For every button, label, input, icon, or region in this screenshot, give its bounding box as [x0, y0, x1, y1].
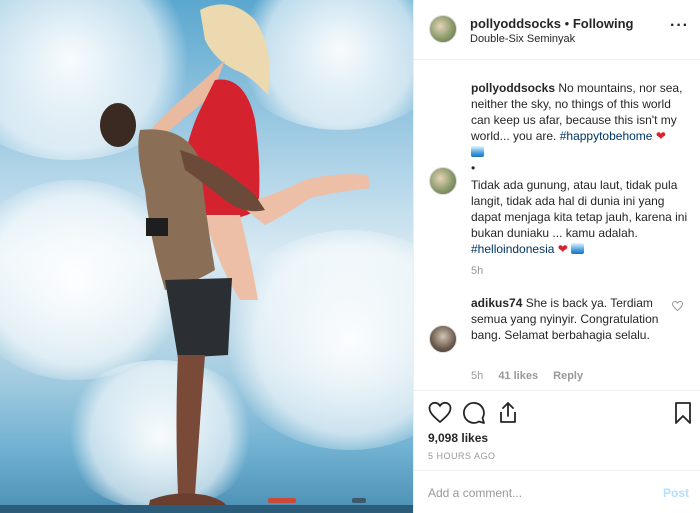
leg: [176, 355, 205, 495]
likes-count[interactable]: 9,098 likes: [428, 431, 488, 445]
post-button[interactable]: Post: [663, 486, 689, 500]
share-icon[interactable]: [496, 401, 520, 425]
add-comment-bar: Post: [414, 470, 700, 513]
leg: [240, 174, 370, 225]
more-options-icon[interactable]: ···: [670, 18, 689, 34]
wave-emoji-icon: [571, 243, 585, 254]
comment-body: Tidak ada gunung, atau laut, tidak pula …: [471, 177, 691, 257]
boat: [268, 498, 296, 503]
red-heart-emoji-icon: ❤: [655, 129, 666, 143]
wave-emoji-icon: [471, 146, 484, 157]
post-panel: pollyoddsocks • Following Double-Six Sem…: [413, 0, 700, 513]
avatar[interactable]: [429, 15, 457, 43]
comment-meta: 5h 41 likes Reply: [471, 370, 595, 382]
hashtag-link[interactable]: #helloindonesia: [471, 242, 554, 256]
posted-time[interactable]: 5 HOURS AGO: [428, 451, 496, 461]
like-comment-heart-icon[interactable]: [672, 301, 683, 311]
avatar[interactable]: [429, 167, 457, 195]
post-header: pollyoddsocks • Following Double-Six Sem…: [414, 0, 700, 60]
comments-list: pollyoddsocks No mountains, nor sea, nei…: [414, 60, 700, 390]
location-link[interactable]: Double-Six Seminyak: [470, 33, 575, 45]
comment-time[interactable]: 5h: [471, 265, 483, 277]
camera: [146, 218, 168, 236]
boat: [352, 498, 366, 503]
post-actions: 9,098 likes 5 HOURS AGO: [414, 390, 700, 470]
bullet: •: [471, 161, 476, 175]
head: [100, 103, 136, 147]
red-heart-emoji-icon: ❤: [557, 242, 568, 256]
caption: pollyoddsocks No mountains, nor sea, nei…: [471, 80, 691, 160]
sea: [0, 505, 413, 513]
post-photo[interactable]: [0, 0, 413, 513]
comment-input[interactable]: [428, 483, 648, 503]
header-user: pollyoddsocks • Following: [470, 16, 633, 31]
avatar[interactable]: [429, 325, 457, 353]
heart-icon[interactable]: [428, 401, 452, 425]
separator-dot: •: [564, 16, 573, 31]
comment-username[interactable]: adikus74: [471, 296, 522, 310]
comment-meta: 5h: [471, 265, 495, 277]
bookmark-icon[interactable]: [671, 401, 695, 425]
couple-figure: [100, 4, 370, 510]
comment-icon[interactable]: [462, 401, 486, 425]
comment-text: Tidak ada gunung, atau laut, tidak pula …: [471, 178, 688, 240]
reply-button[interactable]: Reply: [553, 370, 583, 382]
comment-username[interactable]: pollyoddsocks: [471, 81, 555, 95]
comment-likes[interactable]: 41 likes: [498, 370, 538, 382]
translated-caption: •: [471, 160, 691, 176]
hashtag-link[interactable]: #happytobehome: [560, 129, 653, 143]
comment-time[interactable]: 5h: [471, 370, 483, 382]
following-button[interactable]: Following: [573, 16, 634, 31]
shorts: [165, 278, 232, 358]
username-link[interactable]: pollyoddsocks: [470, 16, 561, 31]
comment-body: adikus74 She is back ya. Terdiam semua y…: [471, 295, 666, 343]
